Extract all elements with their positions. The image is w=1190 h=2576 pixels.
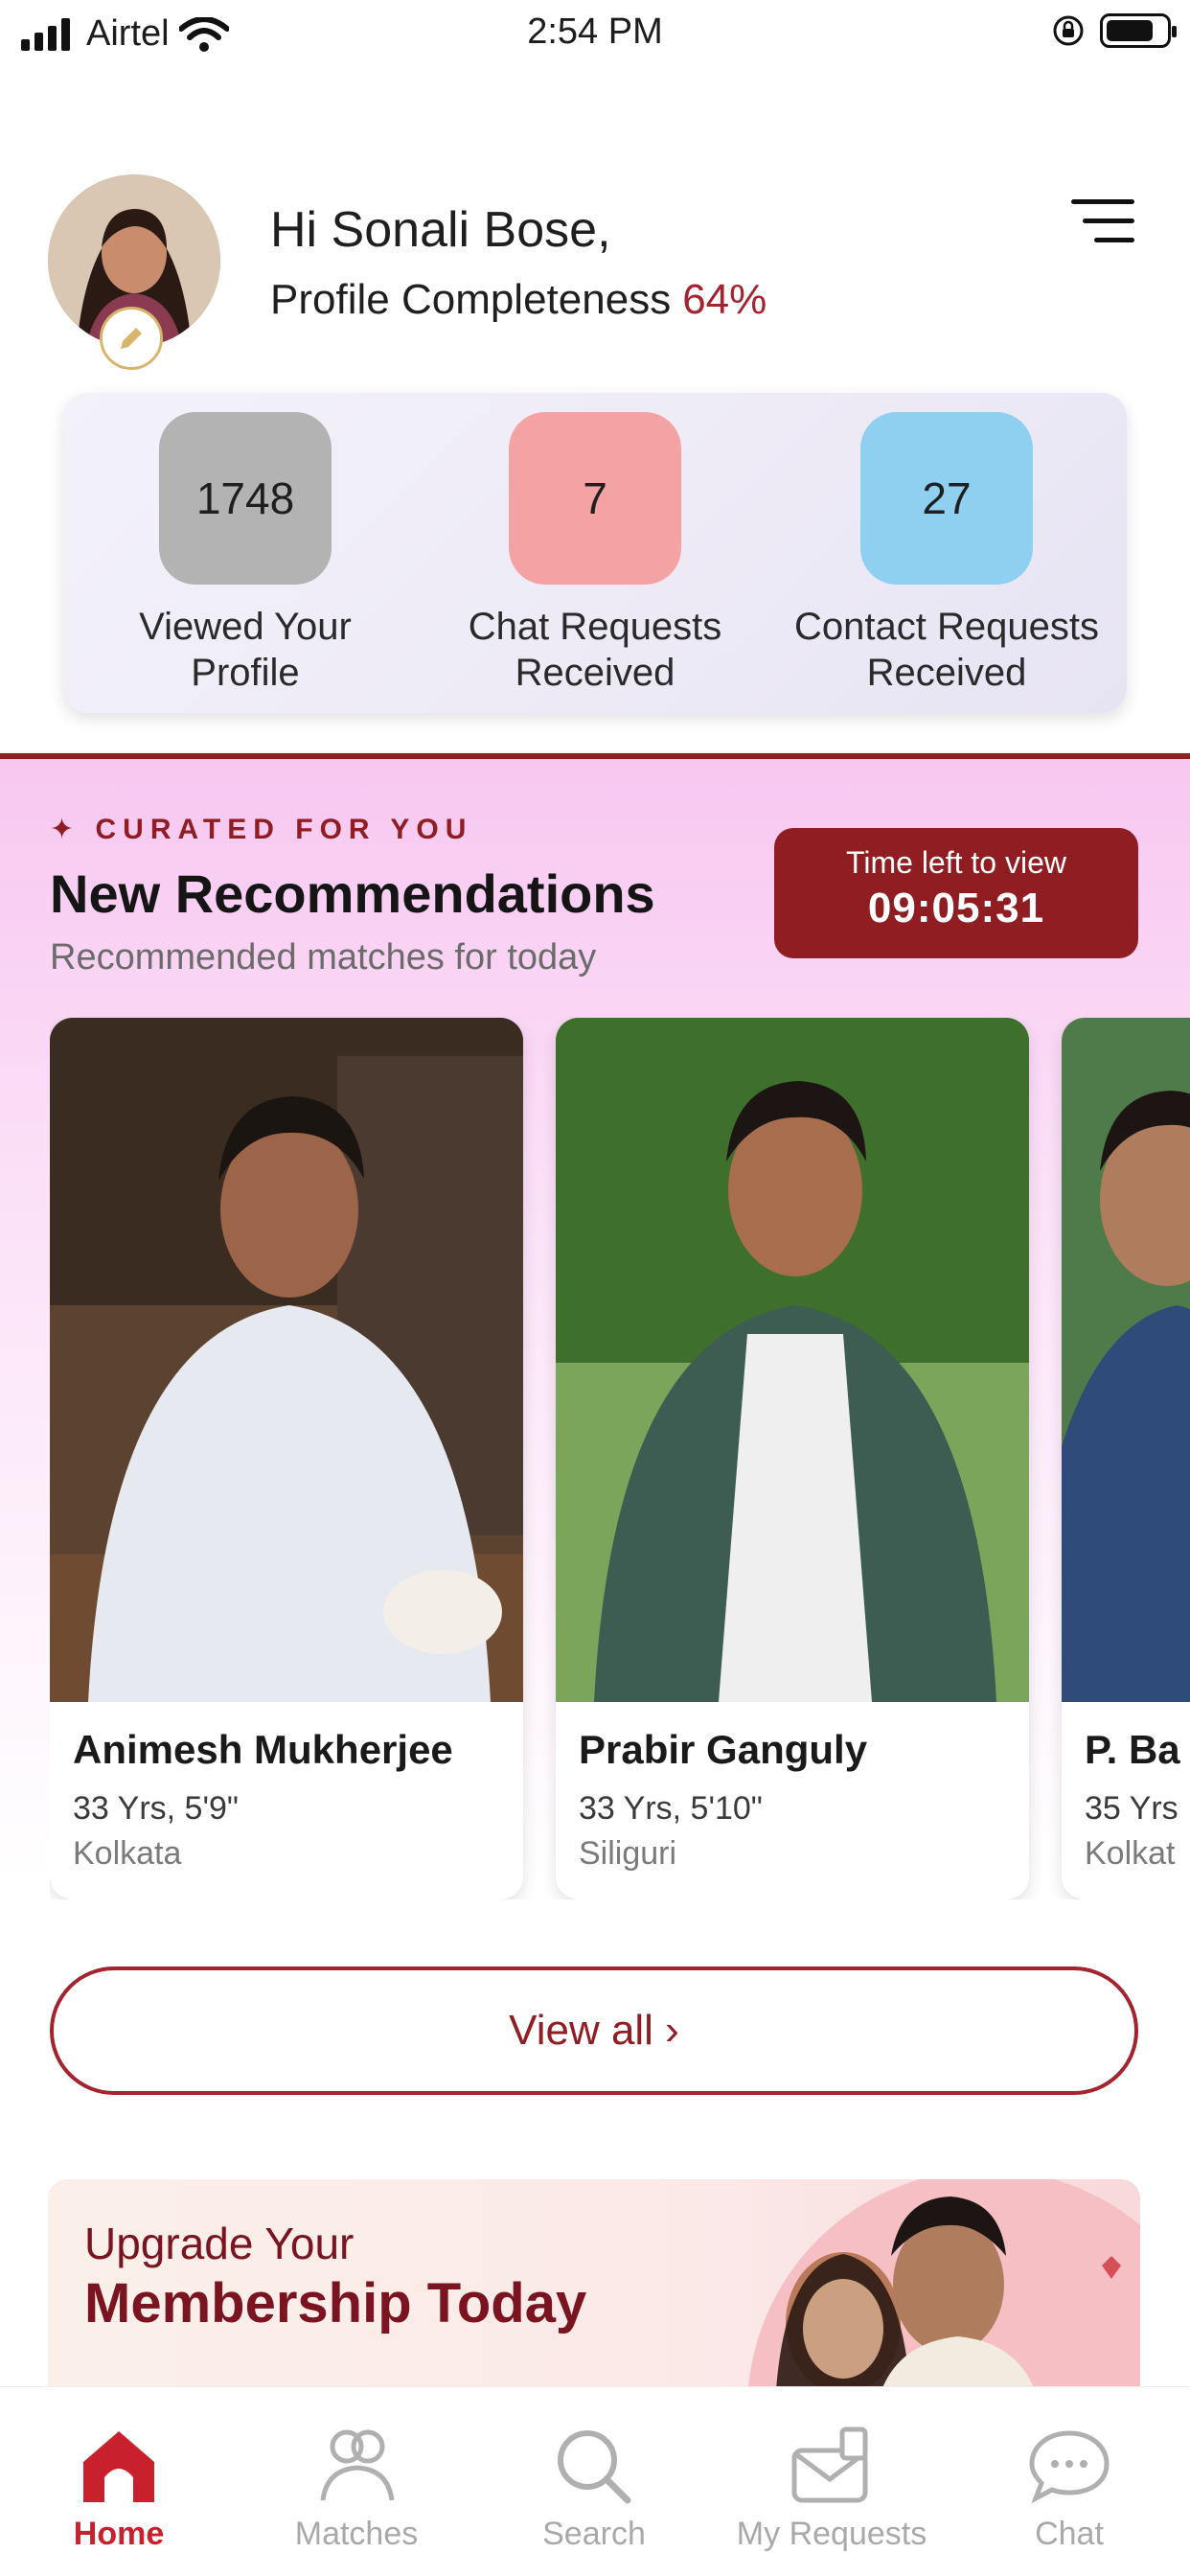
completeness-value: 64%	[682, 276, 767, 323]
stat-chat-requests[interactable]: 7 Chat Requests Received	[432, 412, 758, 696]
completeness-label: Profile Completeness	[270, 276, 672, 323]
nav-label: Home	[73, 2516, 165, 2552]
sparkle-icon: ✦	[50, 814, 96, 845]
menu-button[interactable]	[1071, 197, 1134, 245]
nav-search[interactable]: Search	[475, 2387, 713, 2553]
nav-label: Search	[542, 2516, 646, 2552]
orientation-lock-icon	[1053, 15, 1084, 46]
bottom-nav: Home Matches Search My Requests Chat	[0, 2386, 1190, 2576]
search-icon	[558, 2430, 631, 2504]
clock: 2:54 PM	[527, 12, 663, 52]
profile-name: Animesh Mukherjee	[73, 1727, 453, 1772]
section-eyebrow: ✦ CURATED FOR YOU	[50, 814, 473, 845]
profile-age-height: 33 Yrs, 5'9"	[73, 1790, 239, 1827]
nav-matches[interactable]: Matches	[238, 2387, 475, 2553]
profile-completeness: Profile Completeness 64%	[270, 276, 767, 324]
nav-label: Chat	[1035, 2516, 1104, 2552]
pencil-icon	[121, 328, 142, 349]
profile-city: Kolkata	[73, 1835, 182, 1872]
timer-value: 09:05:31	[867, 885, 1045, 932]
profile-age-height: 35 Yrs	[1085, 1790, 1179, 1827]
section-subtitle: Recommended matches for today	[50, 937, 597, 978]
hamburger-menu-icon	[1071, 199, 1134, 242]
nav-home[interactable]: Home	[0, 2387, 238, 2553]
profile-photo	[1062, 1018, 1190, 1702]
stat-value: 1748	[159, 412, 332, 585]
stat-label: Contact Requests Received	[794, 606, 1099, 694]
profile-card[interactable]: P. Ba 35 Yrs Kolkat	[1062, 1018, 1190, 1899]
profile-name: P. Ba	[1085, 1727, 1180, 1772]
requests-icon	[791, 2426, 868, 2503]
edit-photo-button[interactable]	[100, 307, 163, 370]
stats-card: 1748 Viewed Your Profile 7 Chat Requests…	[63, 393, 1127, 713]
section-title: New Recommendations	[50, 863, 655, 924]
profile-city: Kolkat	[1085, 1835, 1176, 1872]
countdown-timer: Time left to view 09:05:31	[774, 828, 1138, 958]
stat-viewed-profile[interactable]: 1748 Viewed Your Profile	[82, 412, 408, 696]
banner-line-2: Membership Today	[84, 2272, 587, 2334]
stat-label: Viewed Your Profile	[139, 606, 352, 694]
recommendation-carousel[interactable]: Animesh Mukherjee 33 Yrs, 5'9" Kolkata P…	[50, 1018, 1190, 1899]
upgrade-membership-banner[interactable]: Upgrade Your Membership Today	[48, 2179, 1140, 2390]
matches-icon	[320, 2429, 395, 2501]
stat-contact-requests[interactable]: 27 Contact Requests Received	[784, 412, 1110, 696]
stat-value: 7	[509, 412, 681, 585]
home-icon	[83, 2431, 154, 2502]
nav-chat[interactable]: Chat	[950, 2387, 1188, 2553]
chat-icon	[1029, 2430, 1110, 2504]
profile-age-height: 33 Yrs, 5'10"	[579, 1790, 763, 1827]
nav-label: Matches	[294, 2516, 419, 2552]
nav-my-requests[interactable]: My Requests	[713, 2387, 950, 2553]
curated-section: ✦ CURATED FOR YOU New Recommendations Re…	[0, 753, 1190, 2162]
profile-photo	[556, 1018, 1029, 1702]
view-all-button[interactable]: View all ›	[50, 1966, 1138, 2095]
timer-label: Time left to view	[846, 845, 1066, 880]
couple-illustration	[747, 2179, 1140, 2390]
profile-photo	[50, 1018, 523, 1702]
battery-icon	[1100, 13, 1177, 48]
banner-line-1: Upgrade Your	[84, 2219, 355, 2268]
profile-card[interactable]: Animesh Mukherjee 33 Yrs, 5'9" Kolkata	[50, 1018, 523, 1899]
stat-value: 27	[860, 412, 1033, 585]
profile-name: Prabir Ganguly	[579, 1727, 868, 1772]
profile-city: Siliguri	[579, 1835, 677, 1872]
status-bar: Airtel 2:54 PM	[0, 0, 1190, 67]
greeting: Hi Sonali Bose,	[270, 202, 611, 258]
profile-card[interactable]: Prabir Ganguly 33 Yrs, 5'10" Siliguri	[556, 1018, 1029, 1899]
nav-label: My Requests	[736, 2516, 927, 2552]
stat-label: Chat Requests Received	[468, 606, 722, 694]
